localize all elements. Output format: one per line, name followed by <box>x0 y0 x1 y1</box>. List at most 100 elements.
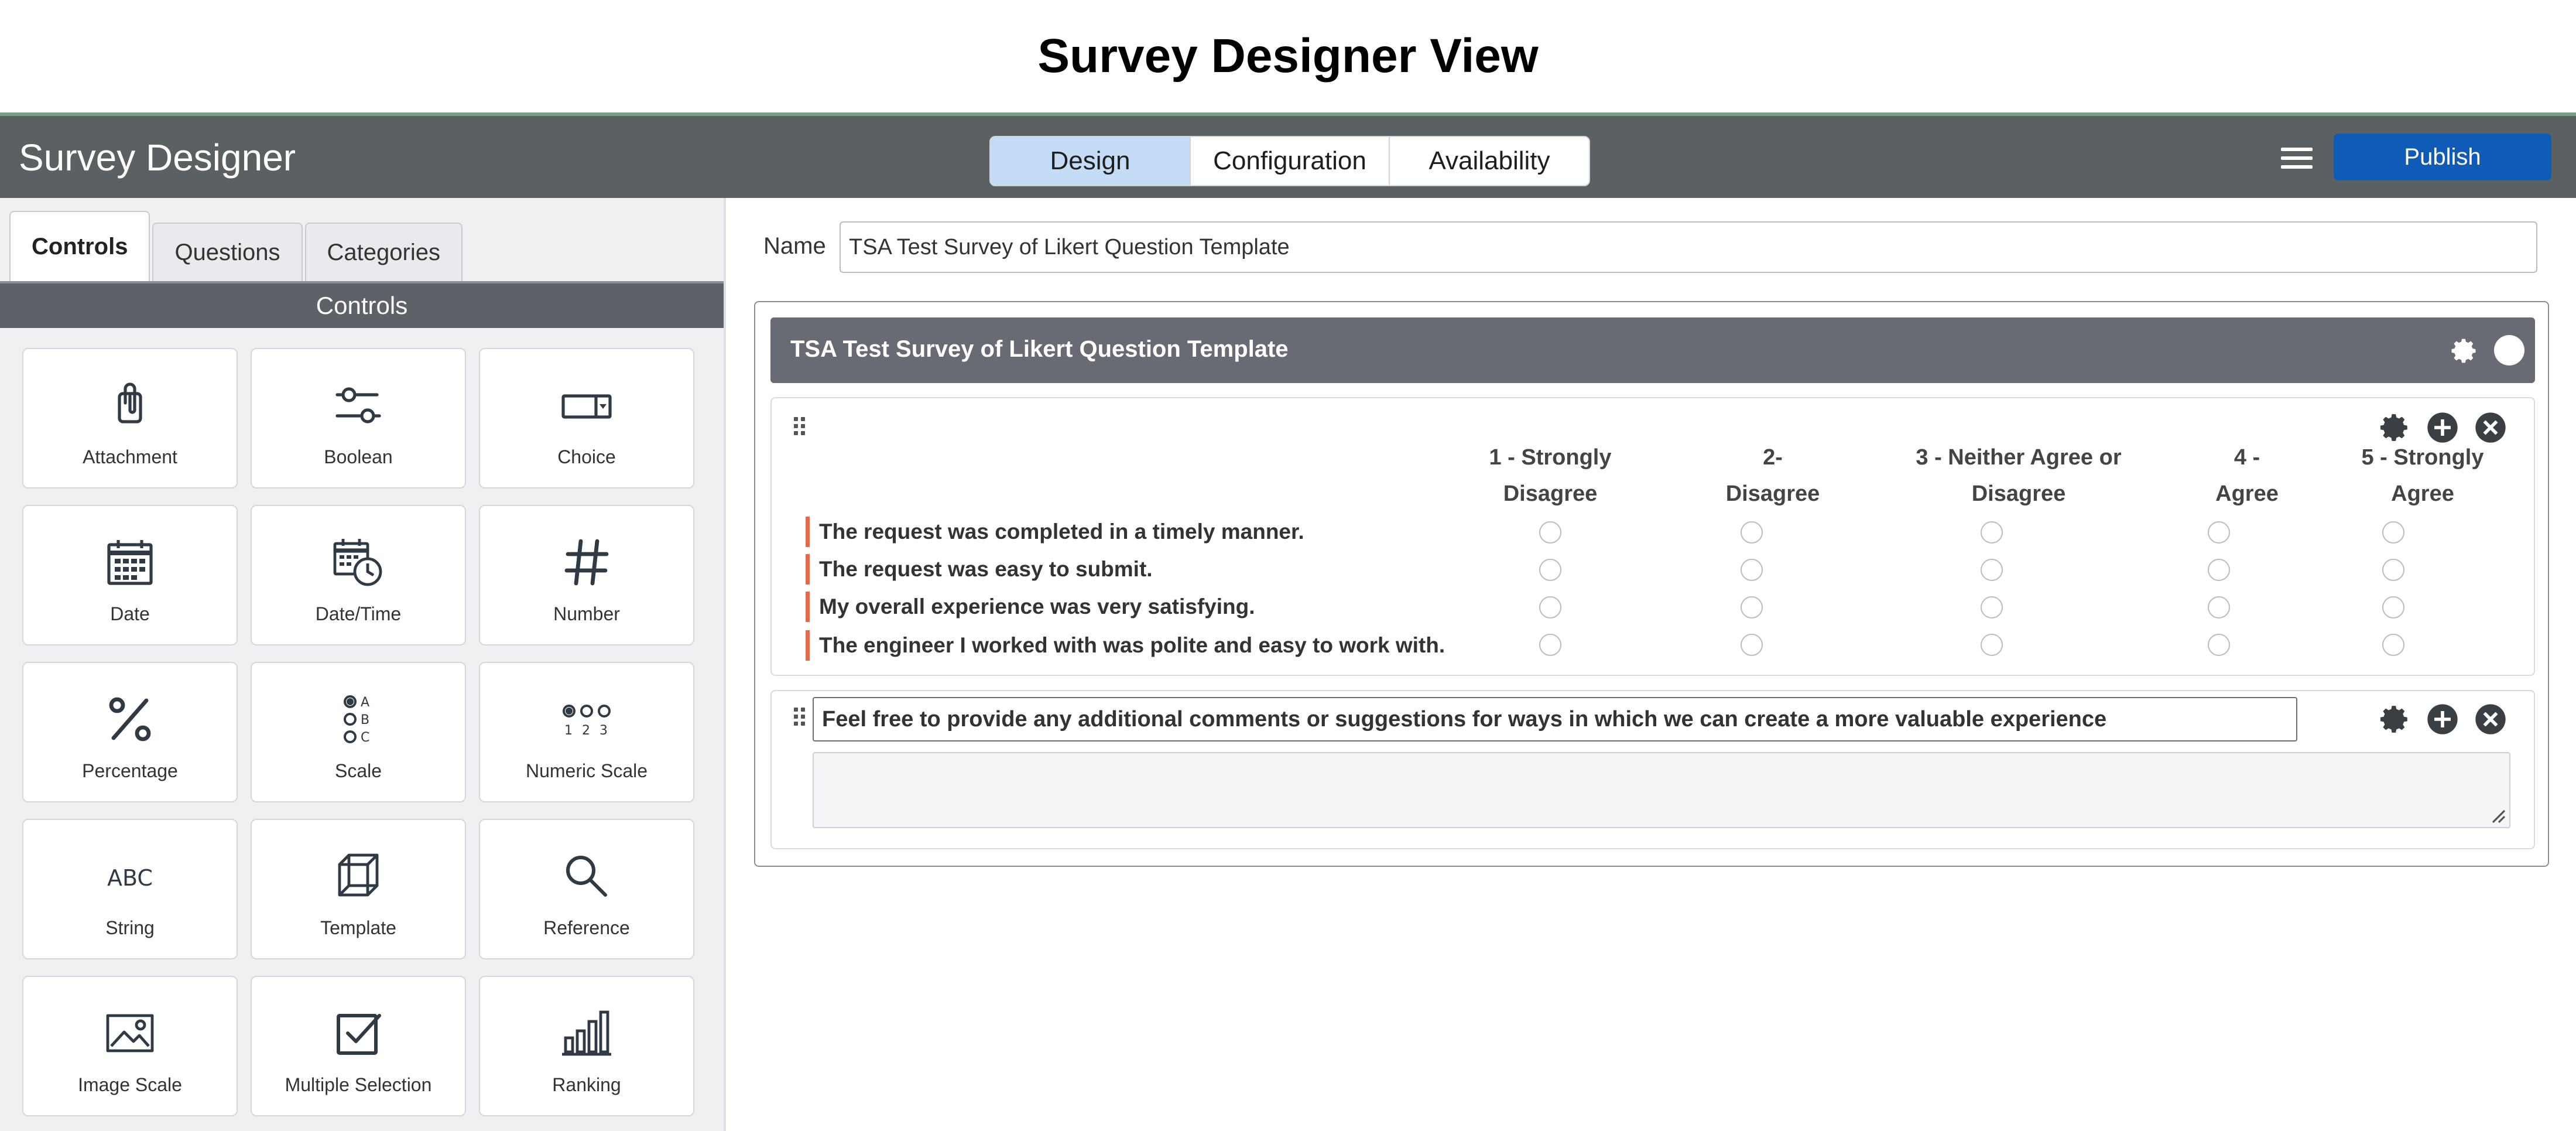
dropdown-select-icon <box>551 377 622 433</box>
control-label: Number <box>553 603 620 624</box>
design-canvas: Name TSA Test Survey of Likert Question … <box>728 198 2576 1131</box>
app-title: Survey Designer <box>19 136 296 179</box>
likert-column-header: 4 - Agree <box>2215 445 2279 506</box>
abc-scale-icon: A B C <box>323 691 393 747</box>
page-title: Survey Designer View <box>1037 29 1539 83</box>
control-ranking[interactable]: Ranking <box>479 976 694 1116</box>
control-datetime[interactable]: Date/Time <box>251 505 466 645</box>
likert-radio[interactable] <box>1981 634 2003 656</box>
likert-radio[interactable] <box>1981 559 2003 581</box>
likert-radio[interactable] <box>2382 596 2404 619</box>
likert-radio[interactable] <box>2208 521 2230 544</box>
control-boolean[interactable]: Boolean <box>251 348 466 488</box>
control-scale[interactable]: A B C Scale <box>251 662 466 802</box>
publish-button[interactable]: Publish <box>2334 134 2551 180</box>
tab-design[interactable]: Design <box>991 137 1191 185</box>
sidebar-tab-controls[interactable]: Controls <box>9 211 150 281</box>
likert-radio[interactable] <box>1539 559 1561 581</box>
likert-statement: My overall experience was very satisfyin… <box>806 592 1255 622</box>
survey-name-input[interactable] <box>840 221 2537 273</box>
app-header: Survey Designer Design Configuration Ava… <box>0 112 2576 198</box>
likert-statement: The request was completed in a timely ma… <box>806 517 1304 547</box>
comment-textarea[interactable] <box>813 752 2510 828</box>
control-label: Date/Time <box>315 603 402 624</box>
percent-icon <box>95 691 165 747</box>
likert-radio[interactable] <box>1981 521 2003 544</box>
survey-header: TSA Test Survey of Likert Question Templ… <box>770 317 2535 383</box>
bar-ranking-icon <box>551 1005 622 1061</box>
menu-icon[interactable] <box>2281 144 2313 172</box>
drag-handle-icon[interactable] <box>794 417 808 438</box>
likert-question-card: 1 - Strongly Disagree 2- Disagree 3 - Neit… <box>770 397 2535 676</box>
control-label: Percentage <box>82 760 178 781</box>
survey-container: TSA Test Survey of Likert Question Templ… <box>754 301 2549 867</box>
question-toolbar <box>2378 703 2507 736</box>
likert-statement: The engineer I worked with was polite an… <box>806 630 1445 661</box>
control-template[interactable]: Template <box>251 819 466 959</box>
controls-section-header: Controls <box>0 281 724 328</box>
comment-question-card: Feel free to provide any additional comm… <box>770 690 2535 849</box>
likert-radio[interactable] <box>1539 634 1561 656</box>
numeric-scale-icon: 1 2 3 <box>551 691 622 747</box>
likert-radio[interactable] <box>2208 559 2230 581</box>
likert-column-header: 5 - Strongly Agree <box>2361 445 2484 506</box>
likert-radio[interactable] <box>1741 596 1763 619</box>
control-numeric-scale[interactable]: 1 2 3 Numeric Scale <box>479 662 694 802</box>
remove-circle-icon[interactable] <box>2474 703 2507 736</box>
tab-configuration[interactable]: Configuration <box>1191 137 1390 185</box>
control-label: Image Scale <box>78 1074 182 1095</box>
main-tabbar: Design Configuration Availability <box>989 136 1590 186</box>
survey-title: TSA Test Survey of Likert Question Templ… <box>790 336 1289 362</box>
control-label: Template <box>320 917 396 938</box>
control-string[interactable]: ABC String <box>22 819 238 959</box>
svg-text:C: C <box>361 730 369 745</box>
paperclip-icon <box>95 377 165 433</box>
likert-radio[interactable] <box>1539 596 1561 619</box>
likert-statement: The request was easy to submit. <box>806 554 1153 585</box>
control-label: Ranking <box>552 1074 621 1095</box>
control-date[interactable]: Date <box>22 505 238 645</box>
gear-icon[interactable] <box>2450 336 2479 365</box>
svg-text:1: 1 <box>564 723 573 738</box>
name-label: Name <box>763 233 826 259</box>
resize-grip-icon[interactable] <box>2489 807 2506 824</box>
likert-radio[interactable] <box>1741 559 1763 581</box>
hash-icon <box>551 534 622 590</box>
likert-radio[interactable] <box>1741 634 1763 656</box>
gear-icon[interactable] <box>2378 703 2411 736</box>
likert-radio[interactable] <box>1981 596 2003 619</box>
sidebar-tab-categories[interactable]: Categories <box>304 223 463 281</box>
control-attachment[interactable]: Attachment <box>22 348 238 488</box>
likert-radio[interactable] <box>2382 634 2404 656</box>
likert-radio[interactable] <box>2382 559 2404 581</box>
likert-radio[interactable] <box>2382 521 2404 544</box>
likert-radio[interactable] <box>2208 596 2230 619</box>
control-label: Date <box>110 603 150 624</box>
add-circle-icon[interactable] <box>2426 703 2459 736</box>
control-label: Reference <box>543 917 630 938</box>
control-multiple-selection[interactable]: Multiple Selection <box>251 976 466 1116</box>
control-label: Boolean <box>324 446 393 467</box>
question-title-input[interactable]: Feel free to provide any additional comm… <box>813 697 2297 742</box>
add-section-button[interactable] <box>2494 335 2524 365</box>
likert-column-header: 2- Disagree <box>1725 445 1820 506</box>
image-icon <box>95 1005 165 1061</box>
likert-radio[interactable] <box>1539 521 1561 544</box>
likert-column-header: 3 - Neither Agree or Disagree <box>1916 445 2122 506</box>
control-reference[interactable]: Reference <box>479 819 694 959</box>
tab-availability[interactable]: Availability <box>1390 137 1589 185</box>
control-label: Numeric Scale <box>525 760 648 781</box>
sidebar-tabs: Controls Questions Categories <box>9 211 465 281</box>
svg-text:ABC: ABC <box>107 865 153 891</box>
likert-radio[interactable] <box>1741 521 1763 544</box>
control-choice[interactable]: Choice <box>479 348 694 488</box>
control-number[interactable]: Number <box>479 505 694 645</box>
checkbox-icon <box>323 1005 393 1061</box>
control-image-scale[interactable]: Image Scale <box>22 976 238 1116</box>
sidebar-tab-questions[interactable]: Questions <box>152 223 303 281</box>
svg-text:2: 2 <box>582 723 590 738</box>
drag-handle-icon[interactable] <box>794 708 808 729</box>
control-percentage[interactable]: Percentage <box>22 662 238 802</box>
likert-radio[interactable] <box>2208 634 2230 656</box>
magnifier-icon <box>551 848 622 904</box>
